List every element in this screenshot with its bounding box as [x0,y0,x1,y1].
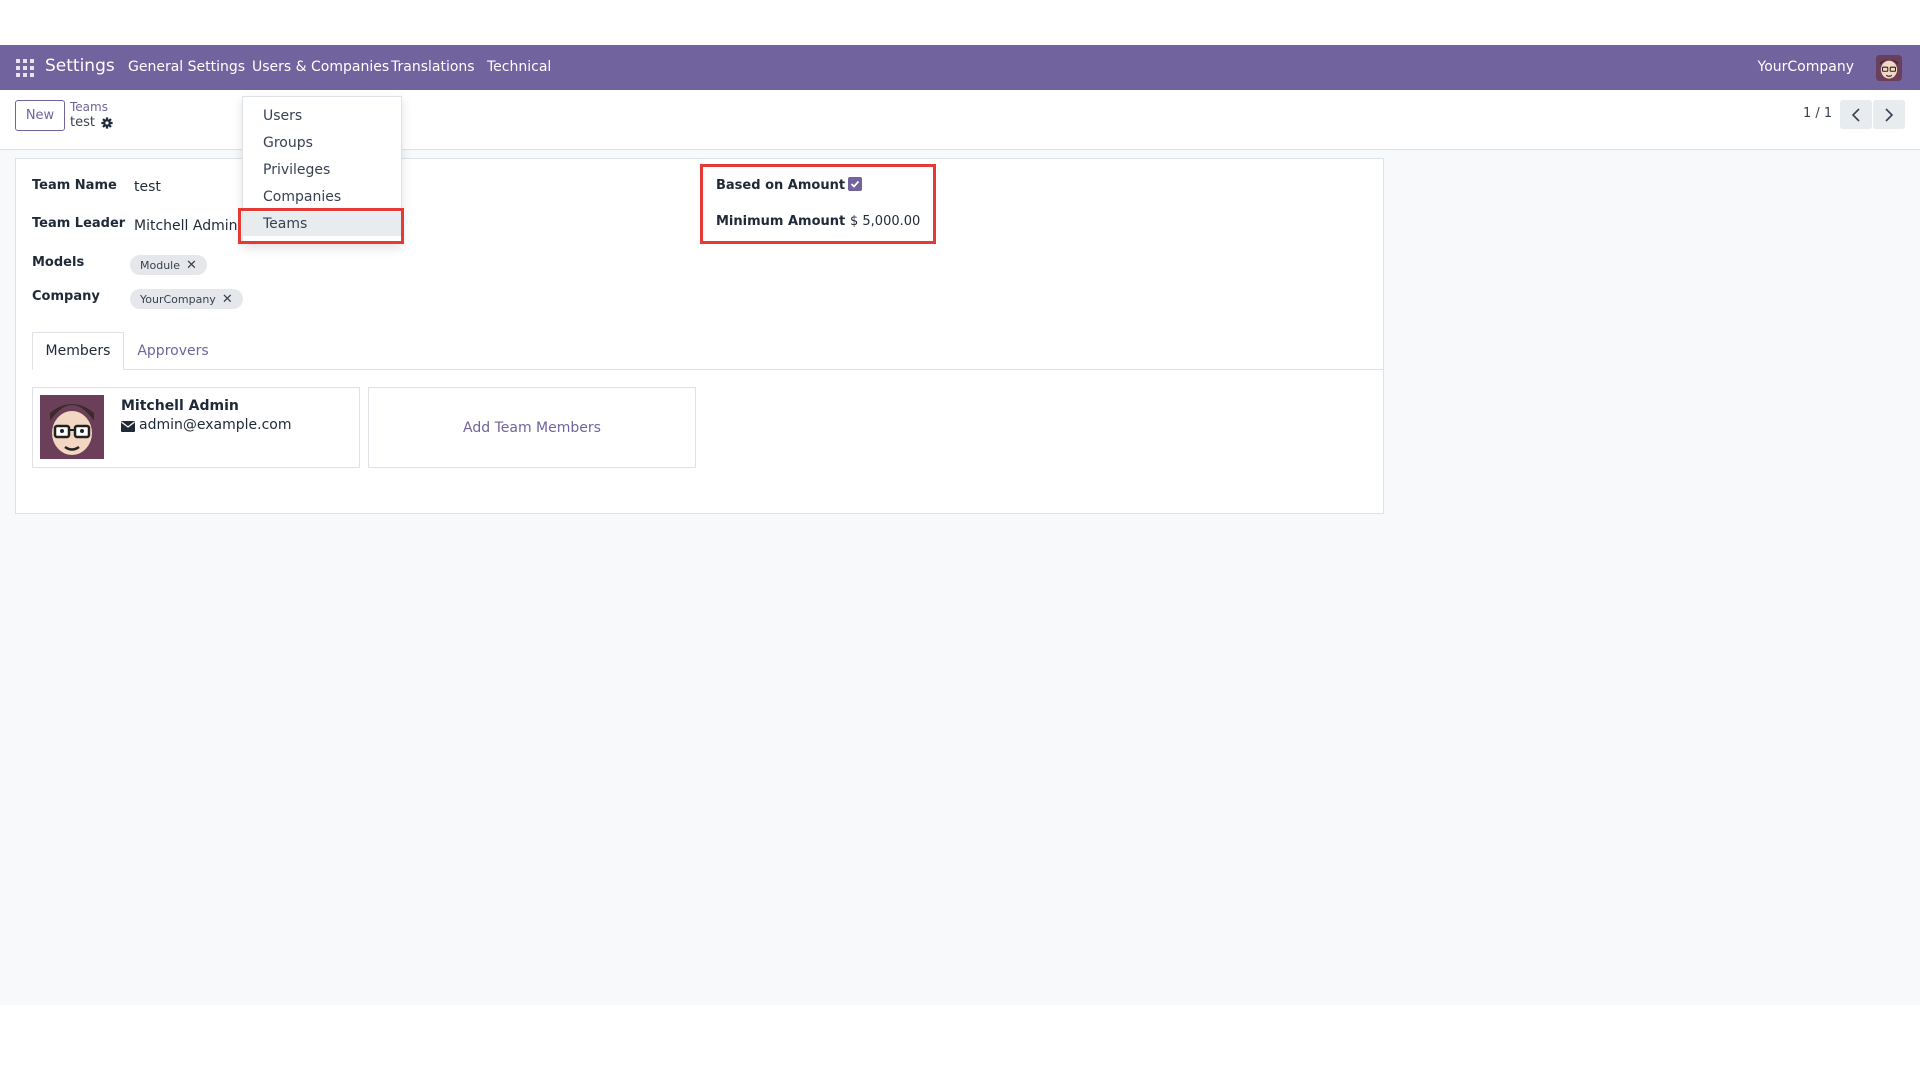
member-card[interactable]: Mitchell Admin admin@example.com [32,387,360,468]
member-name: Mitchell Admin [121,398,239,414]
pager-value[interactable]: 1 / 1 [1803,106,1832,121]
bottom-blank-area [0,1005,1920,1080]
menu-users-companies[interactable]: Users & Companies [252,59,389,75]
amount-fields-highlight [700,164,936,244]
chevron-left-icon [1851,107,1860,122]
models-tag-label: Module [140,258,180,272]
user-avatar-icon [1876,55,1902,81]
gear-icon[interactable] [101,117,113,129]
dropdown-item-companies[interactable]: Companies [243,185,401,209]
team-name-field[interactable]: test [134,179,161,195]
models-label: Models [32,255,85,270]
tabs-divider [32,369,1384,370]
company-tag-label: YourCompany [140,292,216,306]
member-avatar-icon [40,395,104,459]
add-team-members-button[interactable]: Add Team Members [368,387,696,468]
dropdown-item-privileges[interactable]: Privileges [243,158,401,182]
app-name[interactable]: Settings [45,56,115,76]
apps-grid-icon[interactable] [16,59,34,77]
company-switcher[interactable]: YourCompany [1758,59,1855,75]
company-label: Company [32,289,100,304]
dropdown-item-groups[interactable]: Groups [243,131,401,155]
pager-next-button[interactable] [1873,100,1905,129]
team-leader-label: Team Leader [32,216,126,231]
menu-technical[interactable]: Technical [487,59,551,75]
dropdown-item-users[interactable]: Users [243,104,401,128]
teams-item-highlight [238,208,404,244]
member-email[interactable]: admin@example.com [139,417,291,433]
breadcrumb-current: test [70,115,95,130]
breadcrumb-parent[interactable]: Teams [70,100,108,114]
top-navbar: Settings General Settings Users & Compan… [0,45,1920,90]
team-name-label: Team Name [32,178,117,193]
new-button[interactable]: New [15,100,65,131]
tab-members[interactable]: Members [32,332,124,370]
user-avatar[interactable] [1876,55,1902,81]
pager-previous-button[interactable] [1840,100,1872,129]
close-icon[interactable]: ✕ [186,258,197,273]
models-tag: Module ✕ [130,255,207,275]
menu-translations[interactable]: Translations [391,59,475,75]
member-avatar [40,395,104,459]
tab-approvers[interactable]: Approvers [128,332,218,370]
top-blank-area [0,0,1920,45]
chevron-right-icon [1885,107,1894,122]
company-tag: YourCompany ✕ [130,289,243,309]
menu-general-settings[interactable]: General Settings [128,59,245,75]
team-leader-field[interactable]: Mitchell Admin [134,218,238,234]
envelope-icon [121,421,135,432]
close-icon[interactable]: ✕ [222,292,233,307]
